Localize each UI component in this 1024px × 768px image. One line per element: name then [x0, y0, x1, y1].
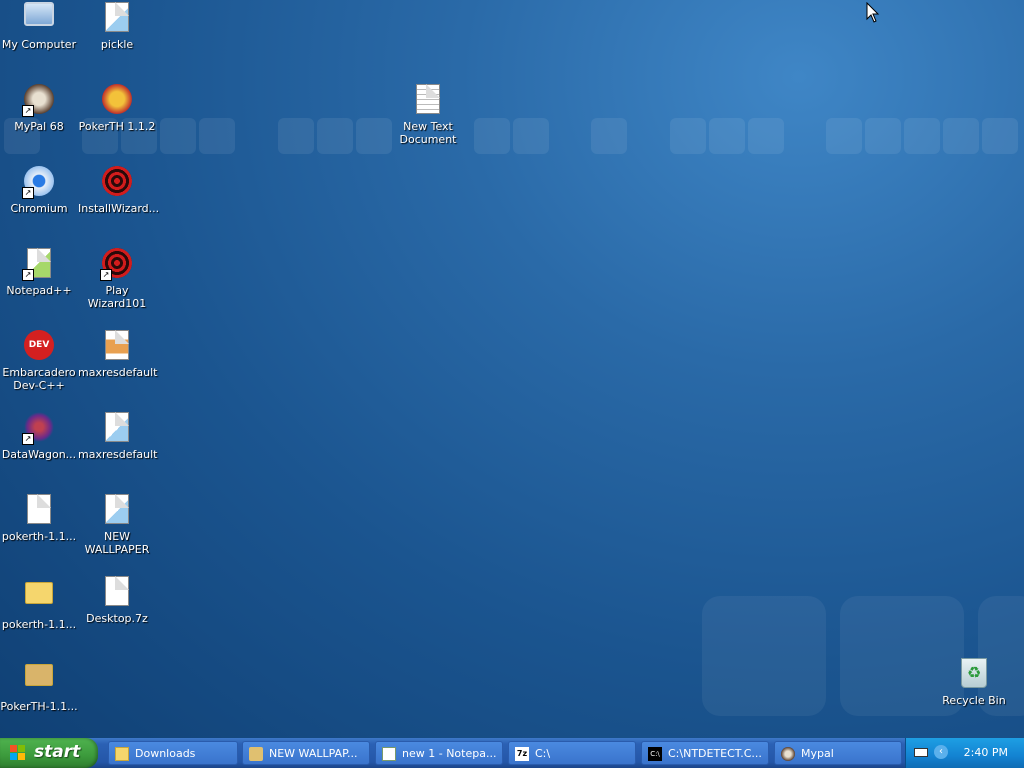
taskbar-button-new-wallpaper[interactable]: NEW WALLPAP...: [242, 741, 370, 765]
mypal-icon: [781, 747, 795, 761]
computer-icon: [23, 2, 55, 34]
7zip-icon: 7z: [515, 747, 529, 761]
icon-label: PokerTH-1.1...: [0, 700, 78, 713]
text-file-icon: [412, 84, 444, 116]
wizard101-installer-icon: [101, 166, 133, 198]
task-label: Mypal: [801, 747, 834, 760]
shortcut-arrow-icon: ↗: [22, 187, 34, 199]
desktop-icon-new-wallpaper[interactable]: NEW WALLPAPER: [78, 494, 156, 556]
desktop-icon-maxresdefault-2[interactable]: maxresdefault: [78, 412, 158, 461]
icon-label: MyPal 68: [14, 120, 64, 133]
icon-label: Recycle Bin: [942, 694, 1006, 707]
taskbar-button-7zip[interactable]: 7z C:\: [508, 741, 636, 765]
shortcut-arrow-icon: ↗: [22, 269, 34, 281]
icon-label: maxresdefault: [78, 366, 158, 379]
image-file-icon: [101, 2, 133, 34]
desktop-icon-maxresdefault-1[interactable]: maxresdefault: [78, 330, 158, 379]
desktop-icon-pokerth-exe[interactable]: pokerth-1.1...: [0, 494, 78, 543]
desktop-icon-pokerth[interactable]: PokerTH 1.1.2: [78, 84, 156, 133]
icon-label: Chromium: [10, 202, 68, 215]
desktop-icon-chromium[interactable]: ↗ Chromium: [0, 166, 78, 215]
installer-icon: [23, 664, 55, 696]
paint-icon: [249, 747, 263, 761]
shortcut-arrow-icon: ↗: [100, 269, 112, 281]
mouse-cursor-icon: [866, 2, 880, 23]
desktop-icon-play-wizard101[interactable]: ↗ Play Wizard101: [78, 248, 156, 310]
taskbar-button-console[interactable]: C:\ C:\NTDETECT.C...: [641, 741, 769, 765]
desktop-icon-mypal[interactable]: ↗ MyPal 68: [0, 84, 78, 133]
taskbar-button-mypal[interactable]: Mypal: [774, 741, 902, 765]
console-icon: C:\: [648, 747, 662, 761]
icon-label: maxresdefault: [78, 448, 158, 461]
desktop-icon-recycle-bin[interactable]: ♻ Recycle Bin: [935, 658, 1013, 707]
desktop-icon-notepadpp[interactable]: ↗ Notepad++: [0, 248, 78, 297]
desktop-icon-pokerth-installer[interactable]: PokerTH-1.1...: [0, 658, 78, 713]
archive-file-icon: [101, 576, 133, 608]
desktop-icon-my-computer[interactable]: My Computer: [0, 2, 78, 51]
windows-logo-icon: [10, 745, 26, 761]
taskbar-button-downloads[interactable]: Downloads: [108, 741, 238, 765]
datawagon-icon: ↗: [22, 412, 55, 445]
notepadpp-icon: ↗: [22, 248, 55, 281]
start-label: start: [34, 742, 81, 762]
icon-label: Desktop.7z: [86, 612, 148, 625]
desktop-icon-pickle[interactable]: pickle: [78, 2, 156, 51]
image-file-icon: [101, 494, 133, 526]
wizard101-icon: ↗: [100, 248, 133, 281]
task-label: C:\: [535, 747, 551, 760]
icon-label: pokerth-1.1...: [1, 618, 77, 631]
shortcut-arrow-icon: ↗: [22, 105, 34, 117]
keyboard-icon[interactable]: [914, 748, 928, 757]
icon-label: InstallWizard...: [78, 202, 160, 215]
image-file-icon: [101, 330, 133, 362]
icon-label: NEW WALLPAPER: [84, 530, 150, 556]
shortcut-arrow-icon: ↗: [22, 433, 34, 445]
icon-label: New Text Document: [399, 120, 457, 146]
application-icon: [23, 494, 55, 526]
desktop-icon-pokerth-folder[interactable]: pokerth-1.1...: [0, 576, 78, 631]
icon-label: Embarcadero Dev-C++: [2, 366, 76, 392]
icon-label: pickle: [100, 38, 134, 51]
system-tray: ‹ 2:40 PM: [905, 738, 1024, 768]
clock[interactable]: 2:40 PM: [964, 746, 1008, 759]
icon-label: Notepad++: [6, 284, 72, 297]
mypal-icon: ↗: [22, 84, 55, 117]
task-label: C:\NTDETECT.C...: [668, 747, 762, 760]
desktop-icon-datawagon[interactable]: ↗ DataWagon...: [0, 412, 78, 461]
chevron-left-icon[interactable]: ‹: [934, 745, 948, 759]
devcpp-icon: DEV: [23, 330, 55, 362]
task-label: Downloads: [135, 747, 196, 760]
chromium-icon: ↗: [22, 166, 55, 199]
task-label: new 1 - Notepa...: [402, 747, 497, 760]
icon-label: DataWagon...: [1, 448, 77, 461]
image-file-icon: [101, 412, 133, 444]
folder-icon: [23, 582, 55, 614]
taskbar: start Downloads NEW WALLPAP... new 1 - N…: [0, 738, 1024, 768]
desktop-icon-desktop-7z[interactable]: Desktop.7z: [78, 576, 156, 625]
notepad-icon: [382, 747, 396, 761]
icon-label: My Computer: [1, 38, 77, 51]
desktop-icon-new-text-document[interactable]: New Text Document: [389, 84, 467, 146]
icon-label: PokerTH 1.1.2: [78, 120, 156, 133]
desktop-icon-installwizard[interactable]: InstallWizard...: [78, 166, 160, 215]
task-label: NEW WALLPAP...: [269, 747, 358, 760]
start-button[interactable]: start: [0, 738, 98, 768]
folder-icon: [115, 747, 129, 761]
pokerth-icon: [101, 84, 133, 116]
icon-label: pokerth-1.1...: [1, 530, 77, 543]
recycle-bin-icon: ♻: [958, 658, 990, 690]
taskbar-button-notepad[interactable]: new 1 - Notepa...: [375, 741, 503, 765]
icon-label: Play Wizard101: [87, 284, 147, 310]
desktop-icon-devcpp[interactable]: DEV Embarcadero Dev-C++: [0, 330, 78, 392]
